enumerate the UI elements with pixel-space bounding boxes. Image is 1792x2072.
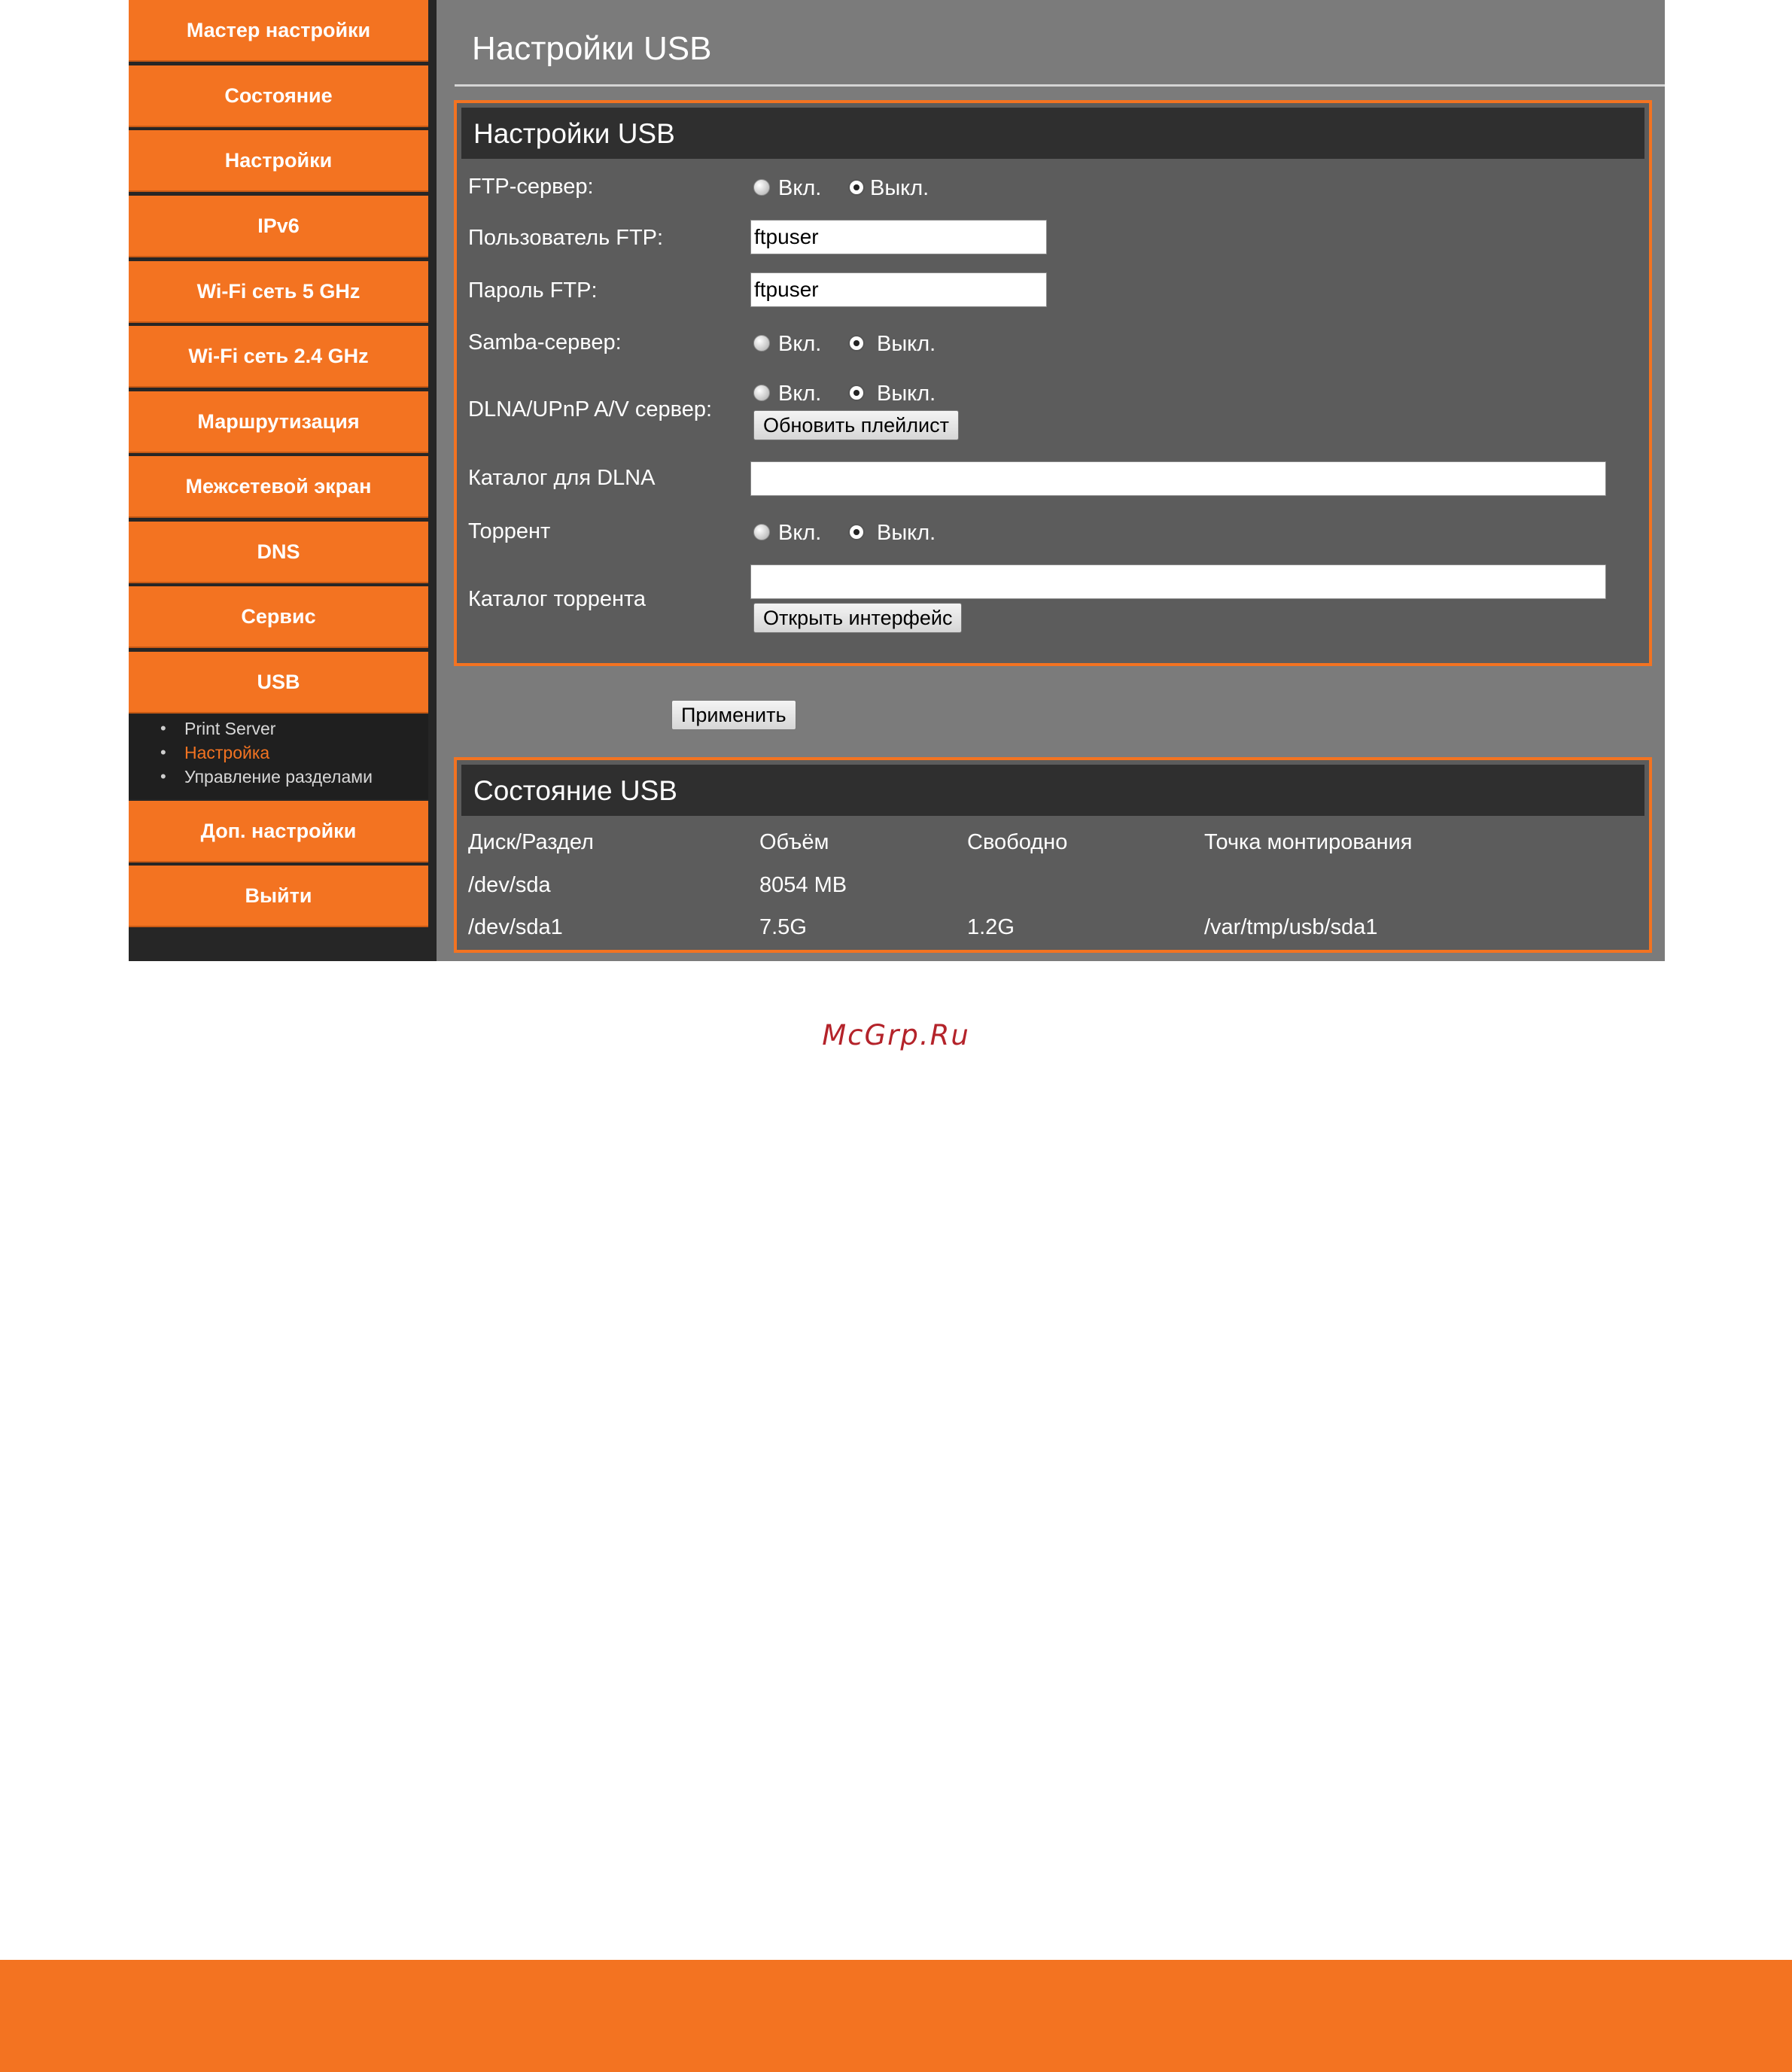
- watermark-text: McGrp.Ru: [822, 1019, 970, 1051]
- dlna-dir-label: Каталог для DLNA: [468, 466, 656, 490]
- torrent-on-radio[interactable]: [753, 524, 770, 540]
- title-divider: [455, 84, 1665, 87]
- sidebar-item-label: Состояние: [224, 84, 333, 107]
- apply-button[interactable]: Применить: [671, 700, 796, 730]
- table-cell-disk: /dev/sda1: [468, 915, 563, 939]
- dlna-server-off-label: Выкл.: [877, 382, 936, 406]
- sidebar-item-label: Выйти: [245, 884, 312, 907]
- dlna-server-off-radio[interactable]: [848, 385, 865, 401]
- ftp-user-input[interactable]: [750, 220, 1047, 254]
- panel-header: Состояние USB: [461, 765, 1644, 816]
- sidebar-item-label: Доп. настройки: [200, 819, 357, 842]
- dlna-server-on-label: Вкл.: [778, 382, 822, 406]
- page-title: Настройки USB: [472, 30, 712, 67]
- ftp-server-label: FTP-сервер:: [468, 175, 594, 199]
- sidebar-item-label: USB: [257, 670, 300, 693]
- open-interface-button[interactable]: Открыть интерфейс: [753, 603, 963, 633]
- ftp-password-label: Пароль FTP:: [468, 278, 598, 303]
- submenu-item-partition-management[interactable]: Управление разделами: [160, 766, 373, 787]
- column-header-disk: Диск/Раздел: [468, 830, 594, 854]
- router-web-ui: Мастер настройки Состояние Настройки IPv…: [129, 0, 1665, 961]
- panel-title: Состояние USB: [473, 775, 677, 806]
- sidebar-item-wifi-24ghz[interactable]: Wi-Fi сеть 2.4 GHz: [129, 326, 428, 388]
- sidebar-item-label: Мастер настройки: [186, 18, 371, 41]
- sidebar-item-label: Настройки: [224, 148, 333, 172]
- sidebar-item-label: Wi-Fi сеть 2.4 GHz: [188, 344, 369, 367]
- submenu-item-usb-settings[interactable]: Настройка: [160, 742, 269, 763]
- sidebar-item-label: Сервис: [241, 604, 316, 628]
- sidebar-item-ipv6[interactable]: IPv6: [129, 196, 428, 257]
- table-cell-free: 1.2G: [967, 915, 1015, 939]
- sidebar-item-dns[interactable]: DNS: [129, 522, 428, 583]
- sidebar-item-label: IPv6: [257, 214, 300, 237]
- torrent-label: Торрент: [468, 519, 551, 543]
- sidebar: Мастер настройки Состояние Настройки IPv…: [129, 0, 437, 961]
- usb-status-panel: Состояние USB Диск/Раздел Объём Свободно…: [454, 757, 1652, 953]
- sidebar-item-label: Маршрутизация: [197, 409, 360, 433]
- torrent-dir-input[interactable]: [750, 564, 1606, 599]
- table-cell-size: 8054 MB: [759, 873, 847, 897]
- panel-title: Настройки USB: [473, 118, 675, 149]
- torrent-dir-label: Каталог торрента: [468, 587, 647, 611]
- samba-server-off-radio[interactable]: [848, 335, 865, 351]
- torrent-on-label: Вкл.: [778, 521, 822, 545]
- sidebar-item-advanced-settings[interactable]: Доп. настройки: [129, 801, 428, 863]
- ftp-server-off-radio[interactable]: [848, 179, 865, 196]
- sidebar-item-setup-wizard[interactable]: Мастер настройки: [129, 0, 428, 62]
- column-header-size: Объём: [759, 830, 829, 854]
- ftp-server-on-label: Вкл.: [778, 176, 822, 200]
- sidebar-item-settings[interactable]: Настройки: [129, 130, 428, 192]
- table-cell-size: 7.5G: [759, 915, 807, 939]
- refresh-playlist-button[interactable]: Обновить плейлист: [753, 410, 959, 440]
- usb-submenu: Print Server Настройка Управление раздел…: [129, 714, 428, 799]
- dlna-dir-input[interactable]: [750, 461, 1606, 496]
- sidebar-item-label: Межсетевой экран: [185, 474, 372, 497]
- ftp-server-on-radio[interactable]: [753, 179, 770, 196]
- samba-server-off-label: Выкл.: [877, 332, 936, 356]
- torrent-off-label: Выкл.: [877, 521, 936, 545]
- table-cell-disk: /dev/sda: [468, 873, 551, 897]
- samba-server-on-radio[interactable]: [753, 335, 770, 351]
- sidebar-item-wifi-5ghz[interactable]: Wi-Fi сеть 5 GHz: [129, 261, 428, 323]
- ftp-password-input[interactable]: [750, 272, 1047, 307]
- sidebar-item-service[interactable]: Сервис: [129, 586, 428, 648]
- sidebar-item-label: Wi-Fi сеть 5 GHz: [196, 279, 361, 303]
- dlna-server-on-radio[interactable]: [753, 385, 770, 401]
- sidebar-item-routing[interactable]: Маршрутизация: [129, 391, 428, 453]
- main-content: Настройки USB Настройки USB FTP-сервер: …: [437, 0, 1665, 961]
- sidebar-item-logout[interactable]: Выйти: [129, 866, 428, 927]
- samba-server-on-label: Вкл.: [778, 332, 822, 356]
- table-cell-mount-point: /var/tmp/usb/sda1: [1204, 915, 1378, 939]
- footer-bar: [0, 1960, 1792, 2072]
- torrent-off-radio[interactable]: [848, 524, 865, 540]
- sidebar-item-label: DNS: [257, 540, 300, 563]
- ftp-user-label: Пользователь FTP:: [468, 226, 664, 250]
- column-header-free: Свободно: [967, 830, 1068, 854]
- submenu-item-print-server[interactable]: Print Server: [160, 718, 276, 739]
- dlna-server-label: DLNA/UPnP A/V сервер:: [468, 397, 713, 421]
- ftp-server-off-label: Выкл.: [870, 176, 929, 200]
- sidebar-item-usb[interactable]: USB: [129, 652, 428, 713]
- sidebar-item-status[interactable]: Состояние: [129, 65, 428, 127]
- sidebar-item-firewall[interactable]: Межсетевой экран: [129, 456, 428, 518]
- samba-server-label: Samba-сервер:: [468, 330, 622, 354]
- usb-settings-panel: Настройки USB FTP-сервер: Вкл. Выкл. Пол…: [454, 100, 1652, 666]
- column-header-mount-point: Точка монтирования: [1204, 830, 1413, 854]
- panel-header: Настройки USB: [461, 108, 1644, 159]
